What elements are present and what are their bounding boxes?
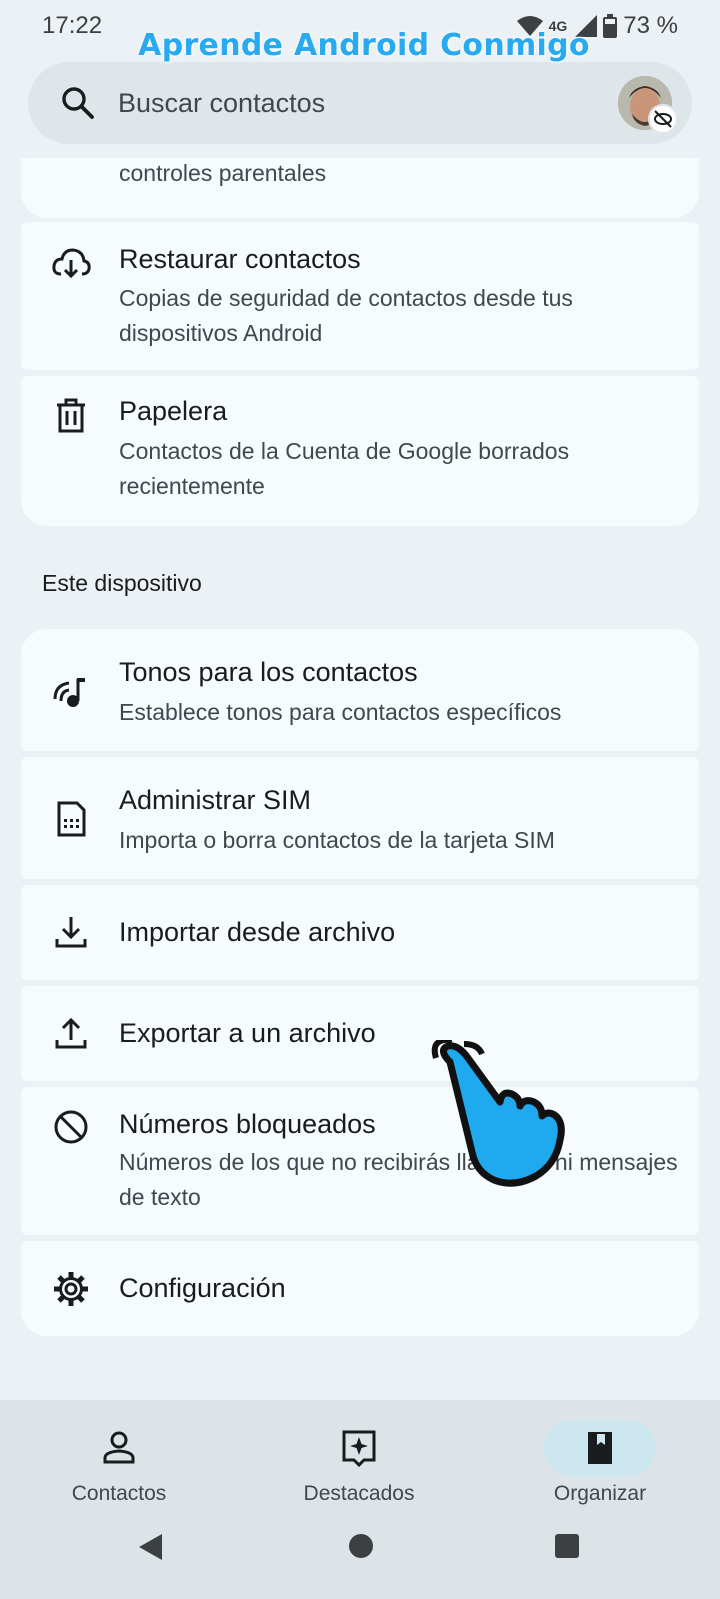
list-item-subtitle: controles parentales: [119, 160, 327, 186]
list-item-export-file[interactable]: Exportar a un archivo: [21, 986, 699, 1081]
nav-tab-highlights[interactable]: Destacados: [259, 1420, 459, 1510]
eye-off-icon: [654, 110, 672, 128]
nav-label: Destacados: [303, 1482, 415, 1505]
incognito-badge: [648, 104, 678, 134]
list-item-trash[interactable]: Papelera Contactos de la Cuenta de Googl…: [21, 376, 699, 526]
upload-icon: [55, 1017, 87, 1049]
list-item-title: Tonos para los contactos: [119, 657, 418, 687]
cloud-download-icon: [52, 248, 91, 279]
recents-button[interactable]: [553, 1532, 581, 1560]
search-icon[interactable]: [60, 85, 96, 121]
block-icon: [54, 1110, 88, 1144]
list-item-title: Números bloqueados: [119, 1109, 376, 1139]
list-item-subtitle: Establece tonos para contactos específic…: [119, 699, 562, 725]
nav-tab-contacts[interactable]: Contactos: [19, 1420, 219, 1510]
list-item-subtitle: Copias de seguridad de contactos desde t…: [119, 285, 573, 346]
bottom-navigation: Contactos Destacados Organizar: [0, 1400, 720, 1599]
ringtone-icon: [53, 678, 85, 707]
search-input[interactable]: [118, 80, 578, 126]
list-item-title: Importar desde archivo: [119, 917, 396, 947]
list-item-restore-contacts[interactable]: Restaurar contactos Copias de seguridad …: [21, 222, 699, 370]
list-item-subtitle: Contactos de la Cuenta de Google borrado…: [119, 438, 570, 499]
list-item-subtitle: Números de los que no recibirás llamadas…: [119, 1149, 678, 1210]
list-item-family-link[interactable]: controles parentales: [21, 158, 699, 218]
person-icon: [103, 1431, 135, 1464]
home-button[interactable]: [347, 1532, 375, 1560]
list-item-title: Exportar a un archivo: [119, 1018, 376, 1048]
list-item-subtitle: Importa o borra contactos de la tarjeta …: [119, 827, 555, 853]
list-item-blocked-numbers[interactable]: Números bloqueados Números de los que no…: [21, 1087, 699, 1235]
nav-label: Contactos: [71, 1482, 167, 1505]
download-icon: [55, 917, 87, 948]
list-item-title: Restaurar contactos: [119, 244, 361, 274]
sim-card-icon: [57, 801, 86, 837]
nav-tab-organize[interactable]: Organizar: [500, 1420, 700, 1510]
list-item-ringtones[interactable]: Tonos para los contactos Establece tonos…: [21, 629, 699, 751]
nav-label: Organizar: [553, 1482, 647, 1505]
list-item-settings[interactable]: Configuración: [21, 1241, 699, 1336]
highlights-icon: [342, 1430, 376, 1468]
list-item-title: Configuración: [119, 1273, 286, 1303]
back-button[interactable]: [136, 1532, 166, 1562]
search-bar[interactable]: [28, 62, 692, 144]
book-icon: [588, 1432, 612, 1464]
list-item-title: Administrar SIM: [119, 785, 312, 815]
gear-icon: [54, 1272, 88, 1306]
list-item-title: Papelera: [119, 396, 228, 426]
list-item-manage-sim[interactable]: Administrar SIM Importa o borra contacto…: [21, 757, 699, 879]
watermark-text: Aprende Android Conmigo: [138, 28, 590, 63]
pointing-hand-icon: [431, 1040, 565, 1187]
trash-icon: [57, 398, 85, 433]
organize-list[interactable]: controles parentales Restaurar contactos…: [0, 158, 720, 1400]
section-header-device: Este dispositivo: [42, 570, 202, 596]
list-item-import-file[interactable]: Importar desde archivo: [21, 885, 699, 980]
